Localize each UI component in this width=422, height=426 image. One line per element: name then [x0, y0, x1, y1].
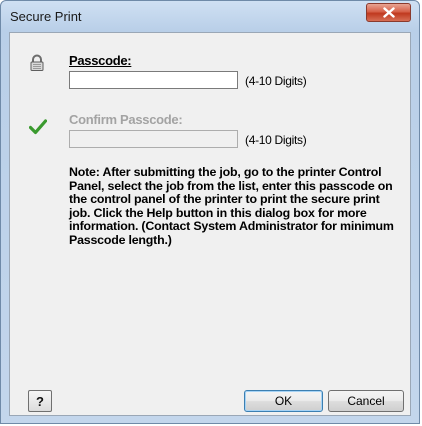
- confirm-passcode-input[interactable]: [69, 130, 238, 148]
- confirm-passcode-label: Confirm Passcode:: [69, 112, 183, 127]
- close-button[interactable]: [366, 3, 411, 22]
- lock-icon: [30, 54, 44, 71]
- cancel-button[interactable]: Cancel: [328, 390, 404, 412]
- passcode-label: Passcode:: [69, 53, 132, 68]
- confirm-passcode-hint: (4-10 Digits): [245, 133, 307, 147]
- ok-button[interactable]: OK: [244, 390, 323, 412]
- close-icon: [382, 7, 395, 18]
- passcode-hint: (4-10 Digits): [245, 74, 307, 88]
- dialog-body: Passcode: (4-10 Digits) Confirm Passcode…: [9, 32, 411, 416]
- window-title: Secure Print: [10, 9, 82, 24]
- checkmark-icon: [29, 119, 47, 135]
- passcode-input[interactable]: [69, 71, 238, 89]
- note-text: Note: After submitting the job, go to th…: [69, 165, 394, 247]
- title-bar[interactable]: Secure Print: [1, 1, 419, 33]
- help-button[interactable]: ?: [28, 390, 52, 412]
- dialog-window: Secure Print Passcode: (4-10 Digits) Con…: [0, 0, 420, 424]
